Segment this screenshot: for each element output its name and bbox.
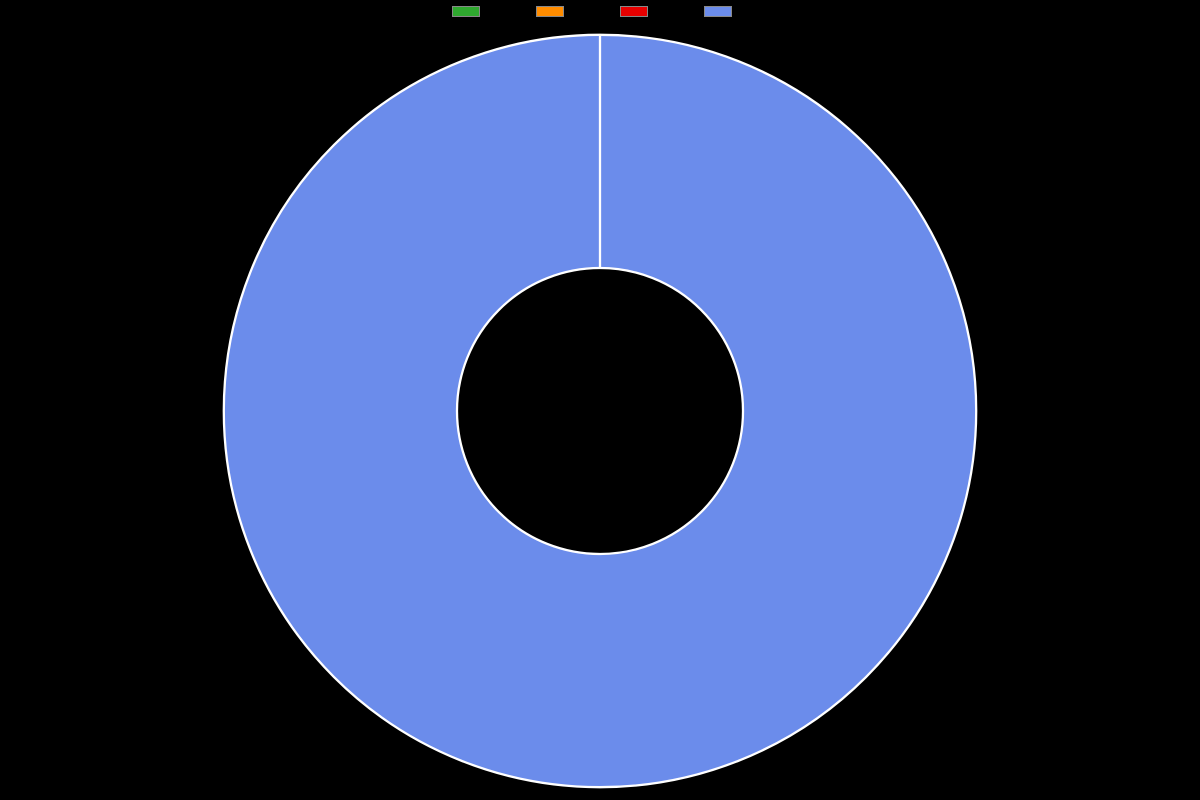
- legend: [452, 6, 748, 17]
- legend-swatch-1: [536, 6, 564, 17]
- donut-chart: [0, 22, 1200, 800]
- legend-swatch-3: [704, 6, 732, 17]
- legend-item-3: [704, 6, 748, 17]
- legend-item-2: [620, 6, 664, 17]
- donut-svg: [220, 31, 980, 791]
- legend-swatch-0: [452, 6, 480, 17]
- legend-item-0: [452, 6, 496, 17]
- legend-item-1: [536, 6, 580, 17]
- legend-swatch-2: [620, 6, 648, 17]
